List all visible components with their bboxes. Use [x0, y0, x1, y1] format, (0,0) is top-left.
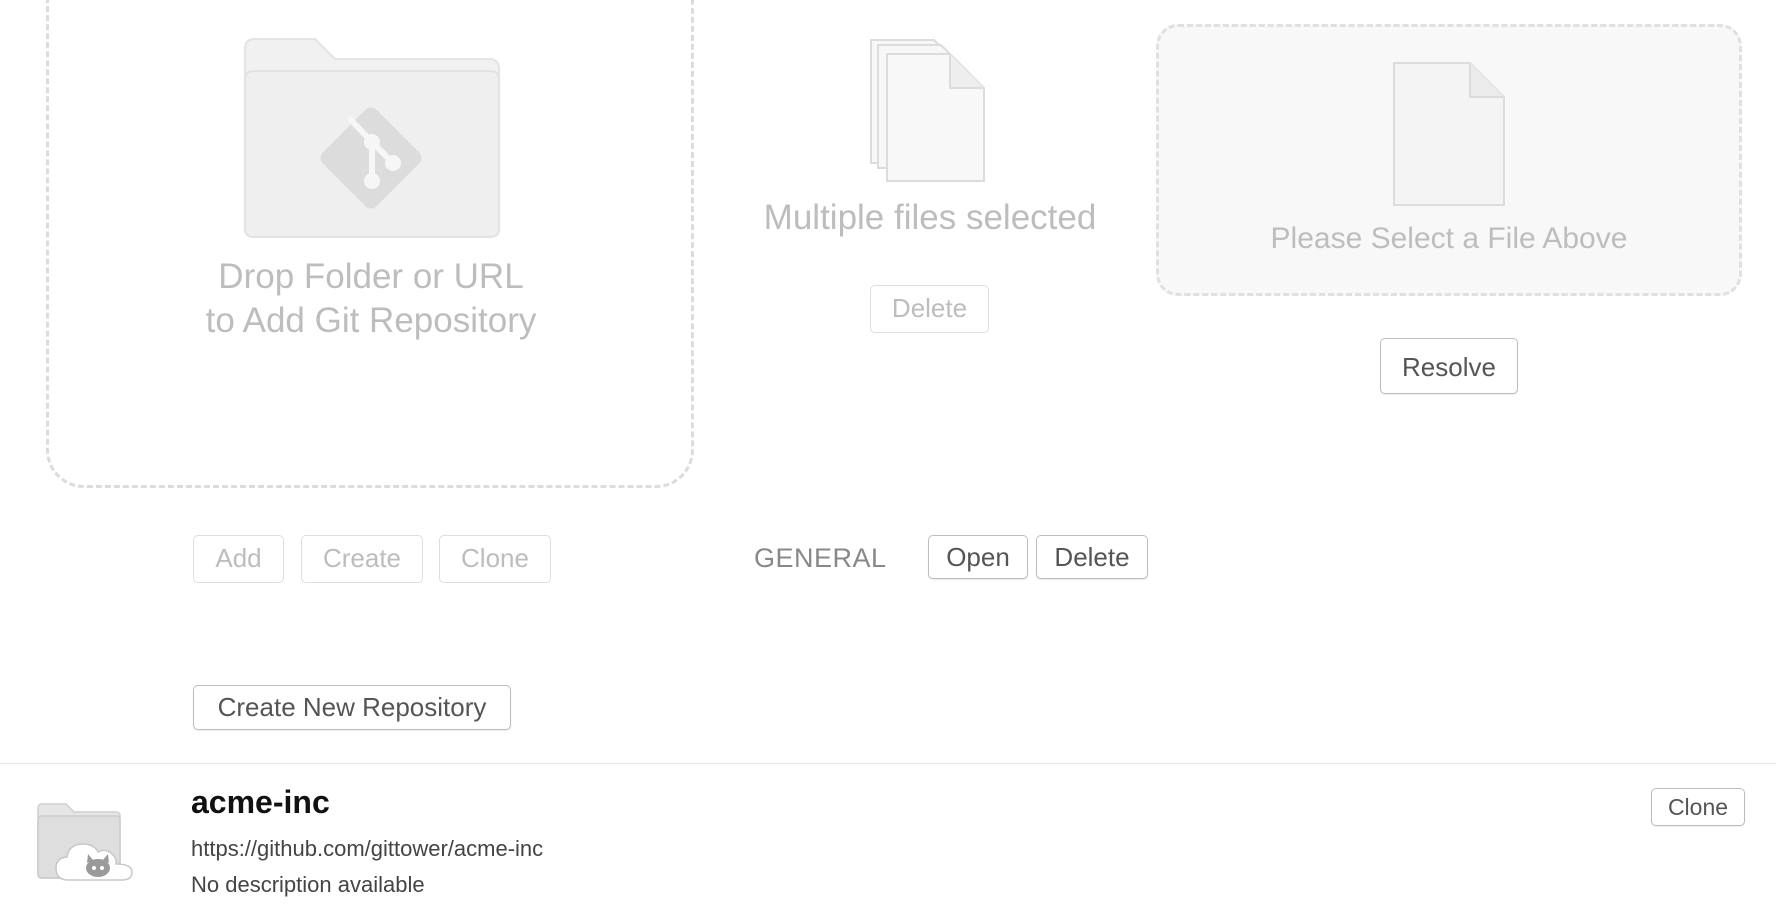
delete-files-button[interactable]: Delete — [870, 285, 989, 333]
clone-remote-button[interactable]: Clone — [1651, 788, 1745, 826]
multiple-files-icon — [870, 39, 985, 182]
create-button[interactable]: Create — [301, 535, 423, 583]
delete-button[interactable]: Delete — [1036, 535, 1148, 579]
general-section-label: GENERAL — [754, 543, 887, 573]
multiple-files-text: Multiple files selected — [763, 198, 1097, 237]
file-well-placeholder: Please Select a File Above — [1270, 222, 1628, 255]
drop-zone-line2: to Add Git Repository — [205, 301, 537, 340]
drop-zone-text: Drop Folder or URL to Add Git Repository — [150, 255, 592, 343]
divider — [0, 763, 1776, 764]
git-folder-icon — [244, 38, 500, 238]
open-button[interactable]: Open — [928, 535, 1028, 579]
create-new-repository-button[interactable]: Create New Repository — [193, 685, 511, 730]
resolve-button[interactable]: Resolve — [1380, 338, 1518, 394]
repository-url: https://github.com/gittower/acme-inc — [191, 836, 544, 861]
clone-button[interactable]: Clone — [439, 535, 551, 583]
add-button[interactable]: Add — [193, 535, 284, 583]
file-icon — [1393, 62, 1505, 206]
repository-description: No description available — [191, 872, 425, 897]
github-cloud-folder-icon — [37, 803, 133, 881]
repository-name[interactable]: acme-inc — [191, 784, 330, 821]
drop-zone-line1: Drop Folder or URL — [218, 257, 524, 296]
